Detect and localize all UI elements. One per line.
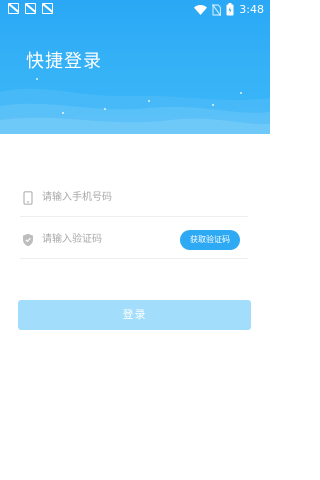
phone-field [20,180,248,217]
star-decoration [212,104,214,106]
notification-icon [25,3,36,14]
notification-icon [42,3,53,14]
notification-icon [8,3,19,14]
phone-icon [23,191,33,205]
status-bar: 3:48 [0,0,270,20]
shield-icon [23,233,33,247]
verification-code-input[interactable] [42,228,192,250]
star-decoration [104,108,106,110]
wifi-icon [194,4,208,15]
verification-code-field: 获取验证码 [20,222,248,259]
login-button[interactable]: 登录 [18,300,251,330]
star-decoration [148,100,150,102]
clock-time: 3:48 [239,3,264,16]
battery-icon [226,3,234,16]
no-sim-icon [212,3,222,16]
header-banner: 3:48 快捷登录 [0,0,270,134]
star-decoration [62,112,64,114]
get-code-button[interactable]: 获取验证码 [180,230,240,250]
login-screen: 3:48 快捷登录 获取验证码 登录 [0,0,270,480]
phone-input[interactable] [42,186,192,208]
star-decoration [240,92,242,94]
star-decoration [36,78,38,80]
page-title: 快捷登录 [26,51,102,72]
